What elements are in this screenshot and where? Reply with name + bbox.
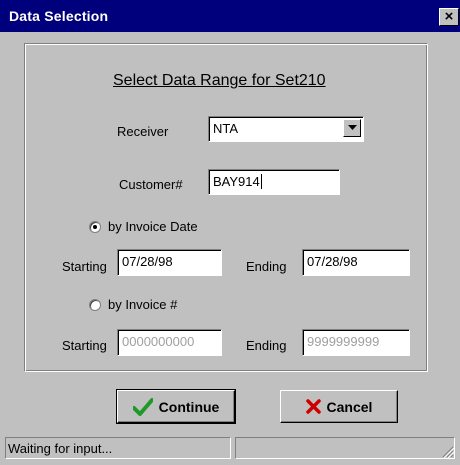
resize-grip-icon[interactable] xyxy=(440,444,454,458)
date-ending-input[interactable]: 07/28/98 xyxy=(302,249,410,276)
window-title: Data Selection xyxy=(9,8,109,24)
customer-input[interactable]: BAY914 xyxy=(208,169,340,195)
by-invoice-number-label[interactable]: by Invoice # xyxy=(108,297,177,312)
checkmark-icon xyxy=(132,397,153,416)
receiver-label: Receiver xyxy=(117,124,169,139)
customer-value: BAY914 xyxy=(213,174,260,189)
status-pane-message: Waiting for input... xyxy=(5,437,231,459)
continue-label: Continue xyxy=(158,398,220,415)
close-icon: × xyxy=(444,8,454,25)
radio-selected-dot xyxy=(93,225,97,229)
invoice-ending-input[interactable]: 9999999999 xyxy=(302,329,410,356)
date-ending-value: 07/28/98 xyxy=(307,254,358,269)
date-starting-value: 07/28/98 xyxy=(122,254,173,269)
date-starting-input[interactable]: 07/28/98 xyxy=(117,249,222,276)
invoice-ending-label: Ending xyxy=(246,338,287,353)
selection-group xyxy=(24,43,428,372)
by-invoice-date-label[interactable]: by Invoice Date xyxy=(108,219,198,234)
receiver-dropdown[interactable]: NTA xyxy=(208,116,364,142)
cancel-button[interactable]: Cancel xyxy=(280,390,398,423)
form-heading: Select Data Range for Set210 xyxy=(113,72,326,89)
invoice-ending-value: 9999999999 xyxy=(307,334,380,349)
x-icon xyxy=(305,399,321,414)
title-bar: Data Selection × xyxy=(0,0,460,32)
date-ending-label: Ending xyxy=(246,259,287,274)
invoice-starting-label: Starting xyxy=(62,338,107,353)
continue-button[interactable]: Continue xyxy=(116,389,236,424)
cancel-label: Cancel xyxy=(326,398,373,415)
status-text: Waiting for input... xyxy=(8,441,113,456)
status-bar: Waiting for input... xyxy=(5,437,455,459)
invoice-starting-value: 0000000000 xyxy=(122,334,195,349)
by-invoice-date-radio[interactable] xyxy=(89,221,101,233)
chevron-down-icon xyxy=(347,125,357,130)
by-invoice-number-radio[interactable] xyxy=(89,299,101,311)
dropdown-arrow-button[interactable] xyxy=(343,119,361,137)
text-cursor xyxy=(260,174,262,189)
receiver-value: NTA xyxy=(213,121,239,136)
invoice-starting-input[interactable]: 0000000000 xyxy=(117,329,222,356)
status-pane-secondary xyxy=(235,437,455,459)
close-button[interactable]: × xyxy=(439,8,459,26)
customer-label: Customer# xyxy=(119,177,183,192)
date-starting-label: Starting xyxy=(62,259,107,274)
